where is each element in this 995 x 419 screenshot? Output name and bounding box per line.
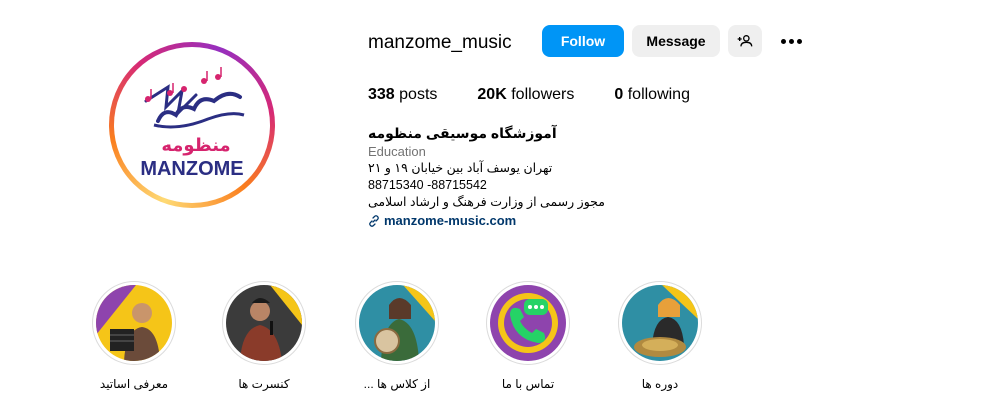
highlight-cover bbox=[226, 285, 302, 361]
profile-bio: آموزشگاه موسیقی منظومه Education تهران ی… bbox=[368, 125, 628, 229]
story-highlights: معرفی اساتید کنسرت ها از کلاس ها ... تما… bbox=[0, 281, 995, 411]
stat-following[interactable]: 0 following bbox=[614, 86, 690, 104]
profile-username: manzome_music bbox=[368, 32, 512, 53]
more-horizontal-icon bbox=[780, 38, 786, 44]
bio-name: آموزشگاه موسیقی منظومه bbox=[368, 125, 557, 141]
highlight-label: معرفی اساتید bbox=[99, 377, 169, 391]
bio-phone: 88715340 -88715542 bbox=[368, 178, 487, 192]
profile-avatar[interactable]: منظومه MANZOME bbox=[109, 42, 275, 208]
stat-followers[interactable]: 20K followers bbox=[477, 86, 574, 104]
highlight-classes[interactable]: از کلاس ها ... bbox=[332, 281, 462, 391]
logo-wordmark: MANZOME bbox=[140, 158, 243, 180]
more-options-button[interactable] bbox=[778, 30, 804, 52]
bio-link-text: manzome-music.com bbox=[384, 213, 517, 228]
bio-website-link[interactable]: manzome-music.com bbox=[368, 212, 628, 229]
bio-address: تهران یوسف آباد بین خیابان ۱۹ و ۲۱ bbox=[368, 161, 553, 175]
bio-category: Education bbox=[368, 144, 426, 159]
person-add-icon bbox=[737, 35, 753, 47]
avatar-frame: منظومه MANZOME bbox=[114, 47, 270, 203]
highlight-cover bbox=[622, 285, 698, 361]
highlight-label: دوره ها bbox=[641, 377, 679, 391]
suggested-accounts-button[interactable] bbox=[728, 25, 762, 57]
follow-button[interactable]: Follow bbox=[542, 25, 624, 57]
link-icon bbox=[369, 214, 379, 227]
manzome-logo: منظومه MANZOME bbox=[118, 51, 266, 199]
highlight-label: تماس با ما bbox=[501, 377, 555, 391]
bio-license: مجوز رسمی از وزارت فرهنگ و ارشاد اسلامی bbox=[368, 195, 605, 209]
highlight-concerts[interactable]: کنسرت ها bbox=[199, 281, 329, 391]
profile-stats: 338 posts 20K followers 0 following bbox=[368, 86, 730, 104]
message-button[interactable]: Message bbox=[632, 25, 720, 57]
highlight-contact[interactable]: تماس با ما bbox=[463, 281, 593, 391]
logo-script: منظومه bbox=[161, 135, 230, 156]
highlight-label: کنسرت ها bbox=[238, 377, 290, 391]
stat-posts: 338 posts bbox=[368, 86, 438, 103]
highlight-teachers[interactable]: معرفی اساتید bbox=[69, 281, 199, 391]
logo-graphic: منظومه MANZOME bbox=[140, 67, 245, 180]
highlight-label: از کلاس ها ... bbox=[363, 377, 431, 391]
highlight-courses[interactable]: دوره ها bbox=[595, 281, 725, 391]
highlight-cover bbox=[359, 285, 435, 361]
whatsapp-icon bbox=[490, 285, 566, 361]
highlight-cover bbox=[96, 285, 172, 361]
highlight-cover bbox=[490, 285, 566, 361]
